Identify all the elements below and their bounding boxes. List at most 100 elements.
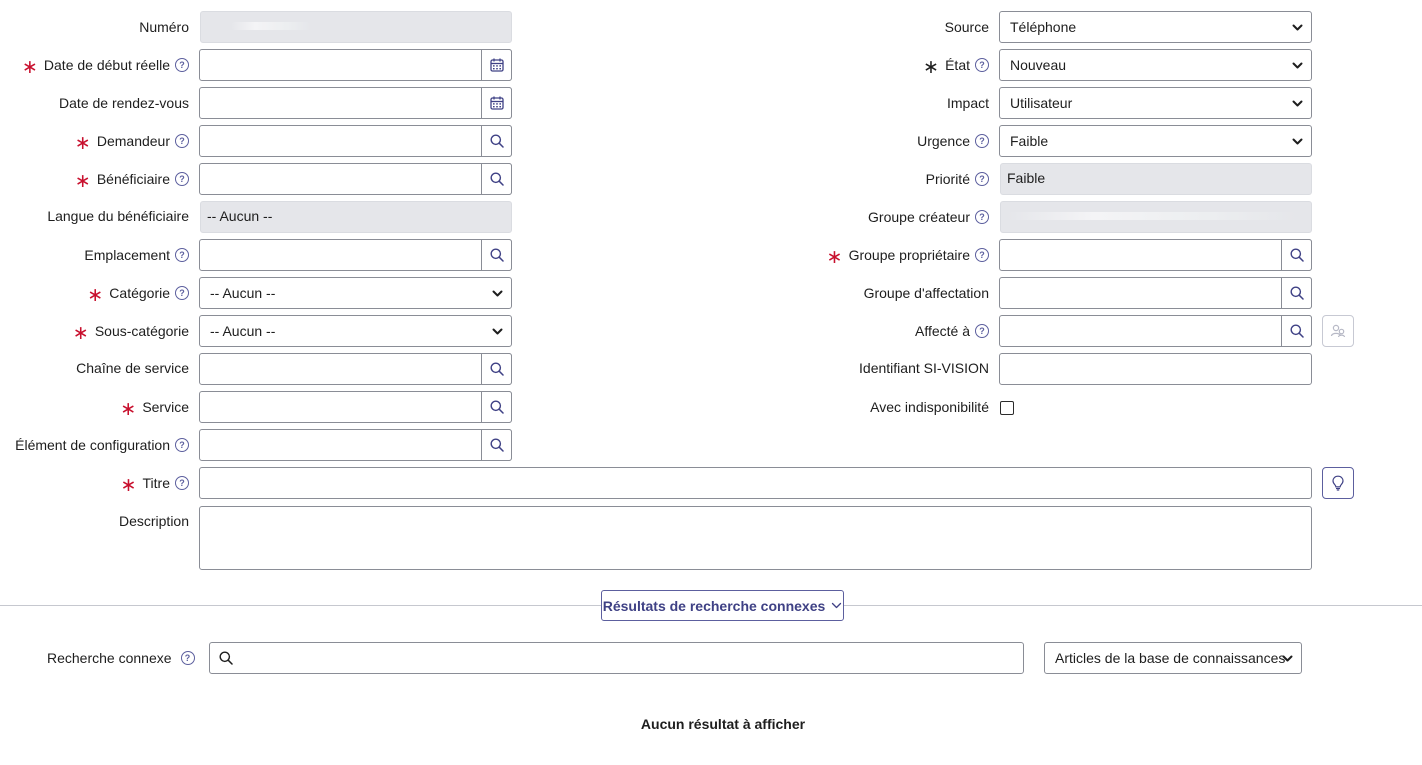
required-icon: ∗ bbox=[21, 56, 38, 78]
lookup-button[interactable] bbox=[1281, 277, 1312, 309]
help-icon[interactable]: ? bbox=[175, 248, 189, 262]
label-langue: Langue du bénéficiaire bbox=[47, 208, 189, 224]
label-affecte-a: Affecté à? bbox=[915, 315, 989, 347]
chevron-down-icon bbox=[492, 328, 503, 335]
help-icon[interactable]: ? bbox=[975, 58, 989, 72]
search-icon bbox=[490, 362, 504, 376]
label-service: ∗ Service bbox=[120, 398, 189, 420]
label-date-debut: ∗ Date de début réelle? bbox=[22, 49, 189, 81]
chevron-down-icon bbox=[832, 602, 842, 609]
identifiant-field[interactable] bbox=[999, 353, 1312, 385]
numero-field bbox=[200, 11, 512, 43]
categorie-select[interactable]: -- Aucun -- bbox=[199, 277, 512, 309]
emplacement-field[interactable] bbox=[199, 239, 512, 271]
related-search-input[interactable] bbox=[209, 642, 1024, 674]
lookup-button[interactable] bbox=[1281, 315, 1312, 347]
help-icon[interactable]: ? bbox=[175, 58, 189, 72]
label-element-config: Élément de configuration? bbox=[15, 429, 189, 461]
help-icon[interactable]: ? bbox=[175, 172, 189, 186]
source-select[interactable]: Téléphone bbox=[999, 11, 1312, 43]
lookup-button[interactable] bbox=[481, 429, 512, 461]
required-icon: ∗ bbox=[74, 170, 91, 192]
impact-select[interactable]: Utilisateur bbox=[999, 87, 1312, 119]
calendar-button[interactable] bbox=[481, 87, 512, 119]
label-titre: ∗ Titre? bbox=[121, 467, 189, 499]
indisponibilite-checkbox[interactable] bbox=[1000, 401, 1014, 415]
lookup-button[interactable] bbox=[481, 391, 512, 423]
label-impact: Impact bbox=[946, 95, 989, 111]
groupe-createur-field bbox=[1000, 201, 1312, 233]
chevron-down-icon bbox=[1292, 100, 1303, 107]
affecte-a-field[interactable] bbox=[999, 315, 1312, 347]
label-urgence: Urgence? bbox=[917, 125, 989, 157]
label-demandeur: ∗ Demandeur? bbox=[75, 125, 189, 157]
search-icon bbox=[490, 172, 504, 186]
titre-field[interactable] bbox=[199, 467, 1312, 499]
search-icon bbox=[219, 651, 233, 665]
date-debut-field[interactable] bbox=[199, 49, 512, 81]
label-groupe-createur: Groupe créateur? bbox=[868, 201, 989, 233]
required-icon: ∗ bbox=[87, 284, 104, 306]
help-icon[interactable]: ? bbox=[975, 172, 989, 186]
label-chaine-service: Chaîne de service bbox=[76, 360, 189, 376]
element-config-field[interactable] bbox=[199, 429, 512, 461]
priorite-field: Faible bbox=[1000, 163, 1312, 195]
label-groupe-affectation: Groupe d'affectation bbox=[863, 285, 989, 301]
help-icon[interactable]: ? bbox=[180, 651, 195, 665]
search-icon bbox=[1290, 286, 1304, 300]
chevron-down-icon bbox=[1292, 138, 1303, 145]
user-assign-icon bbox=[1330, 324, 1346, 338]
urgence-select[interactable]: Faible bbox=[999, 125, 1312, 157]
lookup-button[interactable] bbox=[481, 239, 512, 271]
related-results-toggle[interactable]: Résultats de recherche connexes bbox=[601, 590, 844, 621]
label-groupe-proprietaire: ∗ Groupe propriétaire? bbox=[827, 239, 989, 271]
etat-select[interactable]: Nouveau bbox=[999, 49, 1312, 81]
search-icon bbox=[1290, 248, 1304, 262]
redacted-value bbox=[1007, 212, 1297, 220]
label-etat: ∗ État? bbox=[923, 49, 989, 81]
beneficiaire-field[interactable] bbox=[199, 163, 512, 195]
label-beneficiaire: ∗ Bénéficiaire? bbox=[75, 163, 189, 195]
required-icon: ∗ bbox=[74, 132, 91, 154]
required-icon: ∗ bbox=[923, 56, 940, 78]
related-source-select[interactable]: Articles de la base de connaissances bbox=[1044, 642, 1302, 674]
label-sous-categorie: ∗ Sous-catégorie bbox=[72, 322, 189, 344]
label-categorie: ∗ Catégorie? bbox=[87, 277, 189, 309]
calendar-icon bbox=[489, 96, 504, 110]
search-icon bbox=[490, 400, 504, 414]
help-icon[interactable]: ? bbox=[975, 134, 989, 148]
groupe-affectation-field[interactable] bbox=[999, 277, 1312, 309]
suggestion-button[interactable] bbox=[1322, 467, 1354, 499]
chevron-down-icon bbox=[492, 290, 503, 297]
calendar-button[interactable] bbox=[481, 49, 512, 81]
lookup-button[interactable] bbox=[1281, 239, 1312, 271]
help-icon[interactable]: ? bbox=[975, 324, 989, 338]
lookup-button[interactable] bbox=[481, 353, 512, 385]
help-icon[interactable]: ? bbox=[975, 248, 989, 262]
help-icon[interactable]: ? bbox=[175, 476, 189, 490]
description-textarea[interactable] bbox=[199, 506, 1312, 570]
chevron-down-icon bbox=[1292, 62, 1303, 69]
date-rdv-field[interactable] bbox=[199, 87, 512, 119]
label-recherche-connexe: Recherche connexe? bbox=[47, 642, 195, 674]
lookup-button[interactable] bbox=[481, 163, 512, 195]
redacted-value bbox=[231, 22, 311, 30]
chaine-service-field[interactable] bbox=[199, 353, 512, 385]
help-icon[interactable]: ? bbox=[175, 438, 189, 452]
no-results-message: Aucun résultat à afficher bbox=[640, 716, 806, 732]
search-icon bbox=[1290, 324, 1304, 338]
demandeur-field[interactable] bbox=[199, 125, 512, 157]
required-icon: ∗ bbox=[120, 398, 137, 420]
help-icon[interactable]: ? bbox=[175, 286, 189, 300]
service-field[interactable] bbox=[199, 391, 512, 423]
help-icon[interactable]: ? bbox=[975, 210, 989, 224]
assign-to-me-button[interactable] bbox=[1322, 315, 1354, 347]
chevron-down-icon bbox=[1292, 24, 1303, 31]
sous-categorie-select[interactable]: -- Aucun -- bbox=[199, 315, 512, 347]
lightbulb-icon bbox=[1332, 475, 1344, 491]
label-date-rdv: Date de rendez-vous bbox=[59, 95, 189, 111]
help-icon[interactable]: ? bbox=[175, 134, 189, 148]
required-icon: ∗ bbox=[120, 474, 137, 496]
groupe-proprietaire-field[interactable] bbox=[999, 239, 1312, 271]
lookup-button[interactable] bbox=[481, 125, 512, 157]
